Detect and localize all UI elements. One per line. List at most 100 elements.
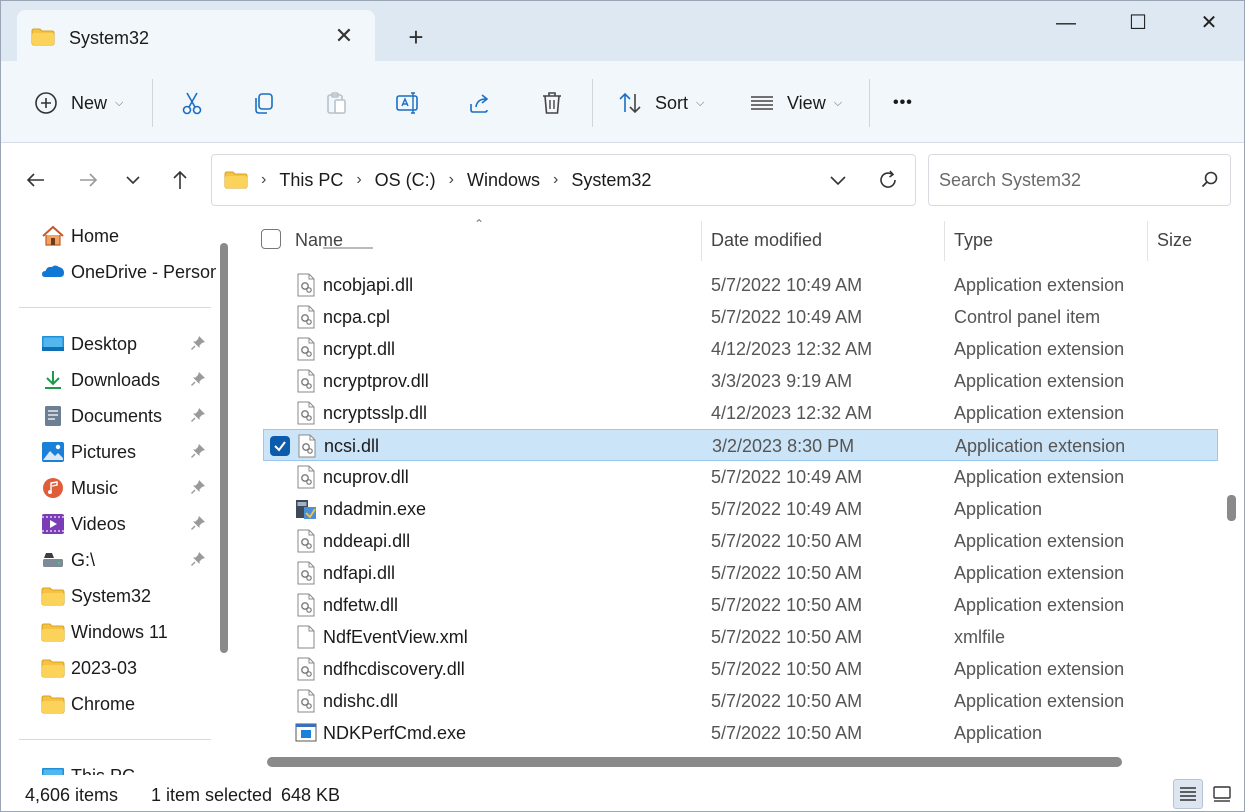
file-date-modified: 5/7/2022 10:49 AM <box>711 307 863 327</box>
pin-icon[interactable] <box>190 407 206 423</box>
dll-icon <box>296 434 318 458</box>
pin-icon[interactable] <box>190 335 206 351</box>
close-window-button[interactable]: ✕ <box>1174 5 1244 41</box>
sidebar-item-this-pc[interactable]: This PC <box>1 759 216 775</box>
table-row[interactable]: NDKPerfCmd.exe 5/7/2022 10:50 AM Applicati… <box>263 717 1218 749</box>
table-row[interactable]: NdfEventView.xml 5/7/2022 10:50 AM xmlfile <box>263 621 1218 653</box>
horizontal-scrollbar[interactable] <box>267 757 1122 767</box>
tiles-view-button[interactable] <box>1207 779 1237 809</box>
table-row[interactable]: ndadmin.exe 5/7/2022 10:49 AM Application <box>263 493 1218 525</box>
table-row[interactable]: ncryptsslp.dll 4/12/2023 12:32 AM Applicat… <box>263 397 1218 429</box>
search-input[interactable] <box>939 167 1189 193</box>
xml-file-icon <box>295 625 317 649</box>
file-date-modified: 4/12/2023 12:32 AM <box>711 403 873 423</box>
file-date-modified: 3/2/2023 8:30 PM <box>712 436 855 456</box>
file-name: ndfhcdiscovery.dll <box>323 659 465 679</box>
sidebar-item-chrome[interactable]: Chrome <box>1 687 216 721</box>
sidebar-item-documents[interactable]: Documents <box>1 399 216 433</box>
file-date-modified: 5/7/2022 10:50 AM <box>711 691 863 711</box>
copy-button[interactable] <box>251 83 277 123</box>
details-view-button[interactable] <box>1173 779 1203 809</box>
up-button[interactable] <box>165 165 195 195</box>
table-row[interactable]: ndfhcdiscovery.dll 5/7/2022 10:50 AM Appli… <box>263 653 1218 685</box>
chevron-right-icon[interactable]: › <box>553 171 558 189</box>
table-row[interactable]: ncryptprov.dll 3/3/2023 9:19 AM Applicatio… <box>263 365 1218 397</box>
share-button[interactable] <box>467 83 493 123</box>
more-options-button[interactable]: ••• <box>893 83 913 123</box>
pin-icon[interactable] <box>190 371 206 387</box>
sidebar-item-downloads[interactable]: Downloads <box>1 363 216 397</box>
table-row[interactable]: nddeapi.dll 5/7/2022 10:50 AM Application … <box>263 525 1218 557</box>
sidebar-item-music[interactable]: Music <box>1 471 216 505</box>
address-bar[interactable]: › This PC › OS (C:) › Windows › System32 <box>211 154 916 206</box>
sidebar-item-home[interactable]: Home <box>1 219 216 253</box>
back-button[interactable] <box>21 165 51 195</box>
sidebar-item-pictures[interactable]: Pictures <box>1 435 216 469</box>
sidebar-item-g[interactable]: G:\ <box>1 543 216 577</box>
table-row[interactable]: ncsi.dll 3/2/2023 8:30 PM Application exte… <box>263 429 1218 461</box>
toolbar-divider <box>869 79 870 127</box>
table-row[interactable]: ndishc.dll 5/7/2022 10:50 AM Application e… <box>263 685 1218 717</box>
table-row[interactable]: ncuprov.dll 5/7/2022 10:49 AM Application … <box>263 461 1218 493</box>
table-row[interactable]: ncrypt.dll 4/12/2023 12:32 AM Application … <box>263 333 1218 365</box>
maximize-button[interactable]: ☐ <box>1103 5 1173 41</box>
address-history-button[interactable] <box>828 170 848 195</box>
sidebar-item-system32[interactable]: System32 <box>1 579 216 613</box>
new-tab-button[interactable]: + <box>401 23 431 53</box>
minimize-button[interactable]: — <box>1031 5 1101 41</box>
new-button[interactable]: New ⌵ <box>33 83 123 123</box>
toolbar-divider <box>152 79 153 127</box>
table-row[interactable]: ndfetw.dll 5/7/2022 10:50 AM Application e… <box>263 589 1218 621</box>
breadcrumb-os-c[interactable]: OS (C:) <box>375 170 436 191</box>
recent-locations-button[interactable] <box>118 165 148 195</box>
chevron-right-icon[interactable]: › <box>449 171 454 189</box>
refresh-button[interactable] <box>876 168 900 197</box>
chevron-right-icon[interactable]: › <box>261 171 266 189</box>
chevron-down-icon <box>126 176 140 185</box>
scrollbar-thumb[interactable] <box>220 243 228 653</box>
search-box[interactable] <box>928 154 1231 206</box>
table-row[interactable]: ndfapi.dll 5/7/2022 10:50 AM Application e… <box>263 557 1218 589</box>
table-row[interactable]: ncpa.cpl 5/7/2022 10:49 AM Control panel i… <box>263 301 1218 333</box>
sidebar-item-label: Downloads <box>71 370 161 390</box>
arrow-up-icon <box>173 170 187 189</box>
tab-close-button[interactable]: ✕ <box>331 24 357 50</box>
breadcrumb-windows[interactable]: Windows <box>467 170 540 191</box>
sidebar-item-videos[interactable]: Videos <box>1 507 216 541</box>
pin-icon[interactable] <box>190 551 206 567</box>
cut-icon <box>182 92 202 115</box>
plus-circle-icon <box>35 92 57 114</box>
sort-button[interactable]: Sort ⌵ <box>617 83 704 123</box>
vertical-scrollbar[interactable] <box>1223 217 1239 775</box>
toolbar-divider <box>592 79 593 127</box>
chevron-right-icon[interactable]: › <box>356 171 361 189</box>
search-icon[interactable] <box>1200 170 1220 190</box>
dll-icon <box>295 561 317 585</box>
sidebar-item-desktop[interactable]: Desktop <box>1 327 216 361</box>
sidebar-scrollbar[interactable] <box>219 243 229 773</box>
sidebar-item-onedrive-personal[interactable]: OneDrive - Personal <box>1 255 216 289</box>
pin-icon[interactable] <box>190 479 206 495</box>
pin-icon[interactable] <box>190 515 206 531</box>
table-row[interactable]: ncobjapi.dll 5/7/2022 10:49 AM Application… <box>263 269 1218 301</box>
rename-icon <box>396 92 418 114</box>
scrollbar-thumb[interactable] <box>1227 495 1236 521</box>
view-button[interactable]: View ⌵ <box>749 83 842 123</box>
forward-button[interactable] <box>73 165 103 195</box>
row-checkbox[interactable] <box>270 436 290 456</box>
sidebar-item-windows-11[interactable]: Windows 11 <box>1 615 216 649</box>
cut-button[interactable] <box>179 83 205 123</box>
breadcrumb-this-pc[interactable]: This PC <box>279 170 343 191</box>
file-name: ncrypt.dll <box>323 339 396 359</box>
breadcrumb-system32[interactable]: System32 <box>571 170 651 191</box>
rename-button[interactable] <box>395 83 421 123</box>
new-label: New <box>71 92 108 113</box>
exe-icon <box>295 721 317 745</box>
sidebar-item-label: Home <box>71 226 120 246</box>
delete-button[interactable] <box>539 83 565 123</box>
tab-system32[interactable]: System32 ✕ <box>17 10 375 62</box>
pin-icon[interactable] <box>190 443 206 459</box>
table-row-partial[interactable] <box>263 245 1218 261</box>
paste-button[interactable] <box>323 83 349 123</box>
sidebar-item-2023-03[interactable]: 2023-03 <box>1 651 216 685</box>
